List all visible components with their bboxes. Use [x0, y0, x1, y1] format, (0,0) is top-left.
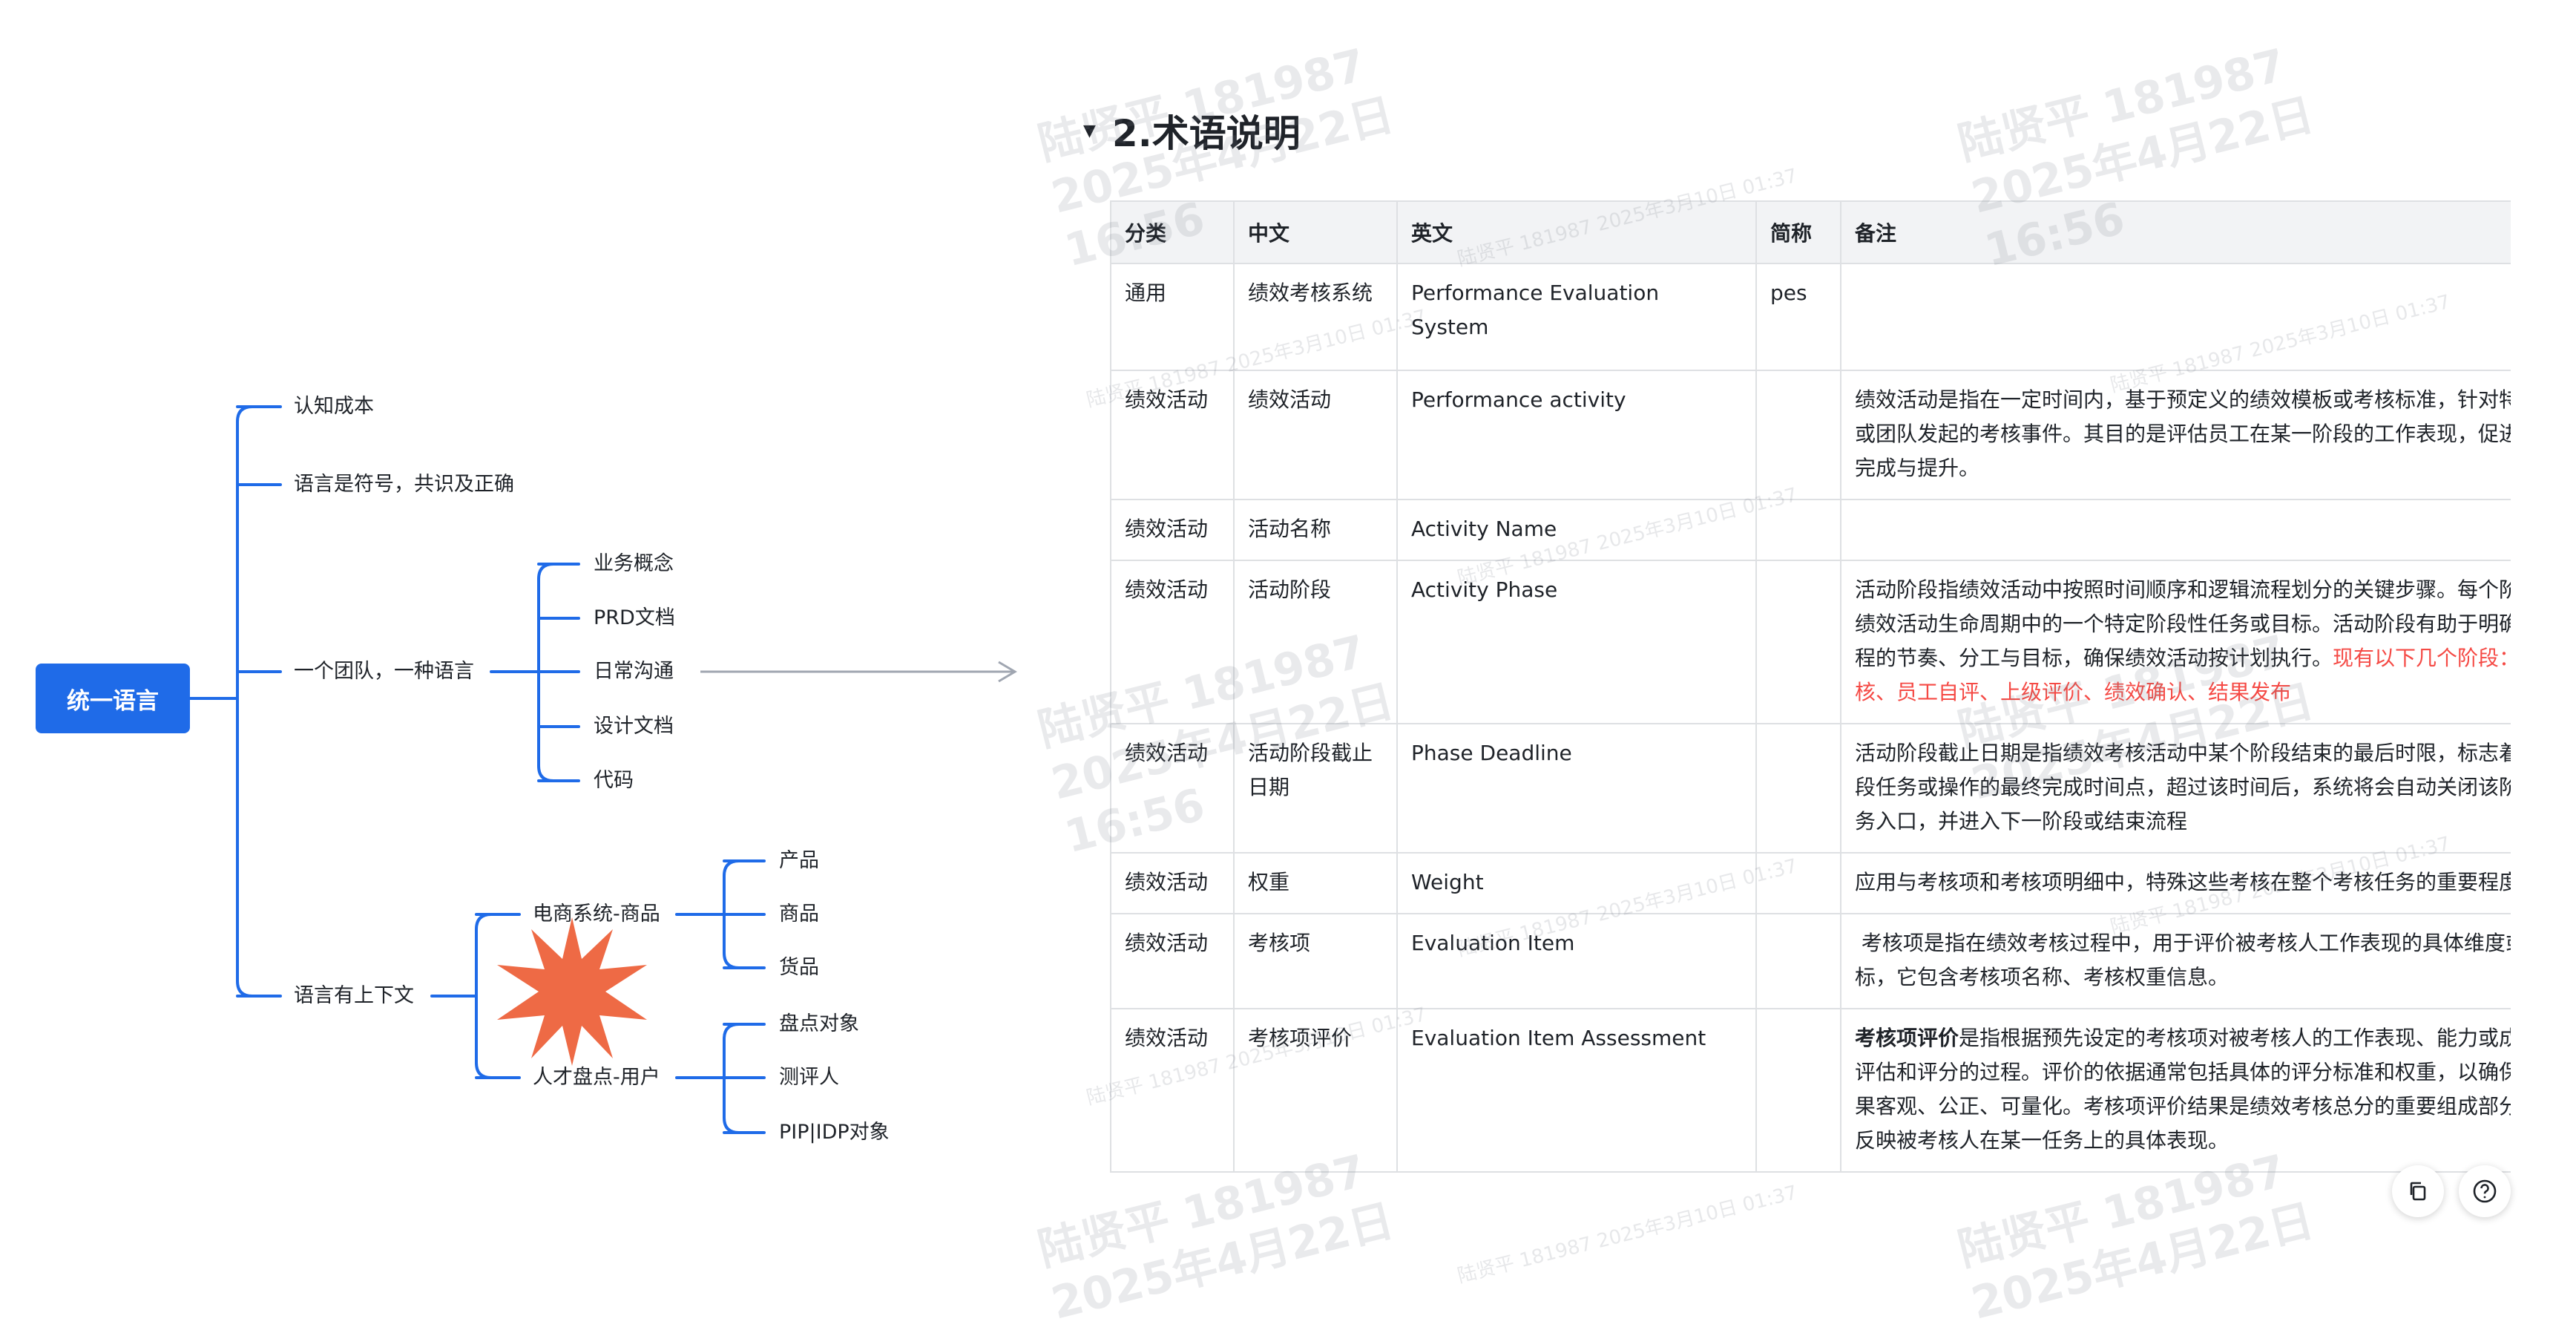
node-talent-review-user[interactable]: 人才盘点-用户 — [533, 1064, 660, 1091]
cell-abbreviation[interactable] — [1755, 852, 1841, 914]
node-goods[interactable]: 商品 — [779, 901, 819, 928]
cell-english[interactable]: Performance Evaluation System — [1396, 263, 1757, 371]
node-design-document[interactable]: 设计文档 — [594, 713, 674, 740]
column-header[interactable]: 分类 — [1110, 200, 1235, 264]
cell-category[interactable]: 绩效活动 — [1110, 560, 1235, 724]
mind-map-root[interactable]: 统一语言 — [36, 664, 190, 733]
table-row: 绩效活动 权重 Weight 应用与考核项和考核项明细中，特殊这些考核在整个考核… — [1110, 852, 2511, 914]
cell-chinese[interactable]: 活动阶段截止日期 — [1233, 723, 1398, 854]
document-panel: ▼ 2.术语说明 分类 中文 英文 简称 备注 通用 绩效考核系统 Perfor… — [1018, 0, 2576, 1333]
node-code[interactable]: 代码 — [594, 767, 634, 794]
cell-category[interactable]: 绩效活动 — [1110, 852, 1235, 914]
cell-category[interactable]: 绩效活动 — [1110, 913, 1235, 1009]
cell-chinese[interactable]: 考核项评价 — [1233, 1008, 1398, 1173]
node-product[interactable]: 产品 — [779, 848, 819, 874]
table-row: 绩效活动 绩效活动 Performance activity 绩效活动是指在一定… — [1110, 370, 2511, 500]
link-arrow — [700, 661, 1017, 683]
cell-note[interactable]: 活动阶段指绩效活动中按照时间顺序和逻辑流程划分的关键步骤。每个阶段代表绩效活动生… — [1840, 560, 2511, 724]
cell-english[interactable]: Performance activity — [1396, 370, 1757, 500]
cell-english[interactable]: Phase Deadline — [1396, 723, 1757, 854]
cell-english[interactable]: Weight — [1396, 852, 1757, 914]
section-heading[interactable]: ▼ 2.术语说明 — [1083, 104, 1301, 157]
cell-note[interactable]: 考核项是指在绩效考核过程中，用于评价被考核人工作表现的具体维度或指标，它包含考核… — [1840, 913, 2511, 1009]
cell-english[interactable]: Activity Phase — [1396, 560, 1757, 724]
column-header[interactable]: 英文 — [1396, 200, 1757, 264]
note-term-bold: 考核项评价 — [1855, 1026, 1959, 1050]
table-header-row: 分类 中文 英文 简称 备注 — [1110, 200, 2511, 264]
branch-language-symbol[interactable]: 语言是符号，共识及正确 — [294, 471, 514, 498]
cell-abbreviation[interactable] — [1755, 913, 1841, 1009]
cell-category[interactable]: 绩效活动 — [1110, 1008, 1235, 1173]
table-row: 绩效活动 考核项 Evaluation Item 考核项是指在绩效考核过程中，用… — [1110, 913, 2511, 1009]
node-pip-idp-target[interactable]: PIP|IDP对象 — [779, 1119, 890, 1146]
cell-abbreviation[interactable] — [1755, 723, 1841, 854]
terms-table-viewport[interactable]: 分类 中文 英文 简称 备注 通用 绩效考核系统 Performance Eva… — [1110, 200, 2511, 1228]
cell-abbreviation[interactable] — [1755, 499, 1841, 561]
cell-category[interactable]: 通用 — [1110, 263, 1235, 371]
table-row: 绩效活动 考核项评价 Evaluation Item Assessment 考核… — [1110, 1008, 2511, 1173]
branch-cognitive-cost[interactable]: 认知成本 — [294, 393, 374, 420]
column-header[interactable]: 中文 — [1233, 200, 1398, 264]
cell-chinese[interactable]: 绩效考核系统 — [1233, 263, 1398, 371]
node-cargo[interactable]: 货品 — [779, 954, 819, 981]
table-row: 绩效活动 活动名称 Activity Name — [1110, 499, 2511, 561]
cell-category[interactable]: 绩效活动 — [1110, 370, 1235, 500]
cell-note[interactable] — [1840, 499, 2511, 561]
starburst-icon — [497, 917, 647, 1066]
cell-chinese[interactable]: 权重 — [1233, 852, 1398, 914]
branch-one-team-one-language[interactable]: 一个团队，一种语言 — [294, 658, 474, 685]
node-evaluator[interactable]: 测评人 — [779, 1064, 839, 1091]
cell-chinese[interactable]: 绩效活动 — [1233, 370, 1398, 500]
table-row: 绩效活动 活动阶段截止日期 Phase Deadline 活动阶段截止日期是指绩… — [1110, 723, 2511, 854]
cell-category[interactable]: 绩效活动 — [1110, 723, 1235, 854]
cell-chinese[interactable]: 活动名称 — [1233, 499, 1398, 561]
cell-abbreviation[interactable]: pes — [1755, 263, 1841, 371]
cell-abbreviation[interactable] — [1755, 1008, 1841, 1173]
cell-english[interactable]: Evaluation Item — [1396, 913, 1757, 1009]
column-header[interactable]: 备注 — [1840, 200, 2511, 264]
cell-chinese[interactable]: 考核项 — [1233, 913, 1398, 1009]
connector-b4-bracket — [475, 913, 493, 1079]
cell-abbreviation[interactable] — [1755, 560, 1841, 724]
cell-english[interactable]: Activity Name — [1396, 499, 1757, 561]
collapse-caret-icon[interactable]: ▼ — [1083, 122, 1096, 140]
copy-icon[interactable] — [2392, 1165, 2444, 1217]
node-review-target[interactable]: 盘点对象 — [779, 1011, 859, 1038]
terms-table: 分类 中文 英文 简称 备注 通用 绩效考核系统 Performance Eva… — [1110, 200, 2511, 1173]
node-business-concept[interactable]: 业务概念 — [594, 551, 674, 577]
cell-chinese[interactable]: 活动阶段 — [1233, 560, 1398, 724]
cell-category[interactable]: 绩效活动 — [1110, 499, 1235, 561]
cell-note[interactable]: 考核项评价是指根据预先设定的考核项对被考核人的工作表现、能力或成果进行评估和评分… — [1840, 1008, 2511, 1173]
column-header[interactable]: 简称 — [1755, 200, 1841, 264]
help-icon[interactable] — [2459, 1165, 2511, 1217]
connector-trunk — [236, 405, 254, 998]
cell-note[interactable]: 绩效活动是指在一定时间内，基于预定义的绩效模板或考核标准，针对特定员工或团队发起… — [1840, 370, 2511, 500]
table-row: 通用 绩效考核系统 Performance Evaluation System … — [1110, 263, 2511, 371]
node-prd-document[interactable]: PRD文档 — [594, 605, 675, 632]
node-daily-communication[interactable]: 日常沟通 — [594, 658, 674, 685]
table-row: 绩效活动 活动阶段 Activity Phase 活动阶段指绩效活动中按照时间顺… — [1110, 560, 2511, 724]
cell-note[interactable]: 应用与考核项和考核项明细中，特殊这些考核在整个考核任务的重要程度占比。 — [1840, 852, 2511, 914]
cell-english[interactable]: Evaluation Item Assessment — [1396, 1008, 1757, 1173]
branch-language-context[interactable]: 语言有上下文 — [294, 983, 414, 1009]
cell-abbreviation[interactable] — [1755, 370, 1841, 500]
mind-map: 统一语言 认知成本 语言是符号，共识及正确 一个团队，一种语言 语言有上下文 业… — [0, 0, 1039, 1333]
section-title: 2.术语说明 — [1111, 112, 1301, 155]
cell-note[interactable]: 活动阶段截止日期是指绩效考核活动中某个阶段结束的最后时限，标志着当前阶段任务或操… — [1840, 723, 2511, 854]
cell-note[interactable] — [1840, 263, 2511, 371]
